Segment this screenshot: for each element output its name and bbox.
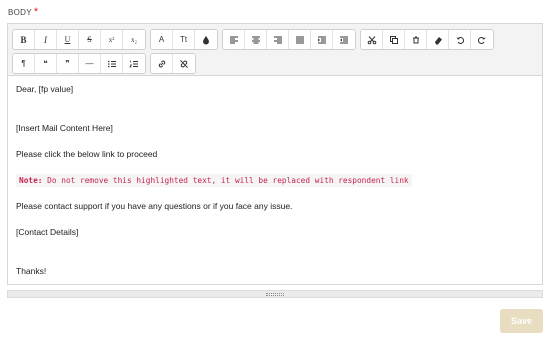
align-justify-icon <box>295 36 304 43</box>
numbered-list-button[interactable] <box>123 54 145 73</box>
contact-details-placeholder: [Contact Details] <box>16 227 79 237</box>
indent-button[interactable] <box>311 30 333 49</box>
align-center-icon <box>251 36 260 43</box>
blockquote-button[interactable]: ❝ <box>35 54 57 73</box>
unlink-button[interactable] <box>173 54 195 73</box>
strikethrough-button[interactable]: S <box>79 30 101 49</box>
align-justify-button[interactable] <box>289 30 311 49</box>
align-center-button[interactable] <box>245 30 267 49</box>
text-format-group: B I U S x² x₂ <box>12 29 146 50</box>
editor-resize-handle[interactable] <box>7 290 543 298</box>
quote-button[interactable]: ❞ <box>57 54 79 73</box>
body-field-label: BODY * <box>8 6 39 18</box>
redo-icon <box>477 36 486 44</box>
align-right-icon <box>273 36 282 43</box>
undo-button[interactable] <box>449 30 471 49</box>
empty-line <box>16 238 534 253</box>
superscript-button[interactable]: x² <box>101 30 123 49</box>
trash-icon <box>412 36 419 43</box>
clear-format-button[interactable] <box>427 30 449 49</box>
mail-content-placeholder: [Insert Mail Content Here] <box>16 123 113 133</box>
rich-text-editor: B I U S x² x₂ A Tt ¶ ❝ ❞ — Dear, [fp val… <box>7 23 543 285</box>
block-group: ¶ ❝ ❞ — <box>12 53 146 74</box>
greeting-line: Dear, [fp value] <box>16 84 74 94</box>
insert-link-button[interactable] <box>151 54 173 73</box>
outdent-button[interactable] <box>333 30 355 49</box>
sign-off-line: Thanks! <box>16 266 47 276</box>
toolbar-row-1: B I U S x² x₂ A Tt <box>12 29 538 50</box>
delete-button[interactable] <box>405 30 427 49</box>
align-left-button[interactable] <box>223 30 245 49</box>
save-button[interactable]: Save <box>500 309 543 333</box>
respondent-link-note: Note: Do not remove this highlighted tex… <box>16 174 412 187</box>
underline-button[interactable]: U <box>57 30 79 49</box>
bullet-list-icon <box>107 60 116 67</box>
support-line: Please contact support if you have any q… <box>16 201 293 211</box>
clipboard-group <box>360 29 494 50</box>
undo-icon <box>456 36 464 44</box>
align-left-icon <box>229 36 238 43</box>
required-asterisk: * <box>33 6 39 18</box>
bullet-list-button[interactable] <box>101 54 123 73</box>
outdent-icon <box>340 36 348 43</box>
italic-button[interactable]: I <box>35 30 57 49</box>
font-group: A Tt <box>150 29 218 50</box>
empty-line <box>16 95 534 110</box>
unlink-icon <box>180 59 188 68</box>
editor-toolbar: B I U S x² x₂ A Tt ¶ ❝ ❞ — <box>8 24 542 76</box>
horizontal-rule-button[interactable]: — <box>79 54 101 73</box>
link-group <box>150 53 196 74</box>
text-color-drop-button[interactable] <box>195 30 217 49</box>
subscript-button[interactable]: x₂ <box>123 30 145 49</box>
bold-button[interactable]: B <box>13 30 35 49</box>
align-right-button[interactable] <box>267 30 289 49</box>
grip-icon <box>266 292 284 296</box>
font-color-button[interactable]: A <box>151 30 173 49</box>
eraser-icon <box>434 36 442 44</box>
note-text: Do not remove this highlighted text, it … <box>42 176 409 185</box>
redo-button[interactable] <box>471 30 493 49</box>
editor-content-area[interactable]: Dear, [fp value] [Insert Mail Content He… <box>8 76 542 277</box>
toolbar-row-2: ¶ ❝ ❞ — <box>12 53 538 74</box>
font-size-button[interactable]: Tt <box>173 30 195 49</box>
link-prompt-line: Please click the below link to proceed <box>16 149 158 159</box>
note-label: Note: <box>19 176 43 185</box>
indent-icon <box>317 36 326 43</box>
link-icon <box>158 60 165 67</box>
copy-icon <box>389 35 398 44</box>
cut-button[interactable] <box>361 30 383 49</box>
drop-icon <box>203 35 209 44</box>
paragraph-button[interactable]: ¶ <box>13 54 35 73</box>
scissors-icon <box>367 35 376 44</box>
alignment-group <box>222 29 356 50</box>
numbered-list-icon <box>129 60 138 67</box>
copy-button[interactable] <box>383 30 405 49</box>
body-label-text: BODY <box>8 8 32 17</box>
